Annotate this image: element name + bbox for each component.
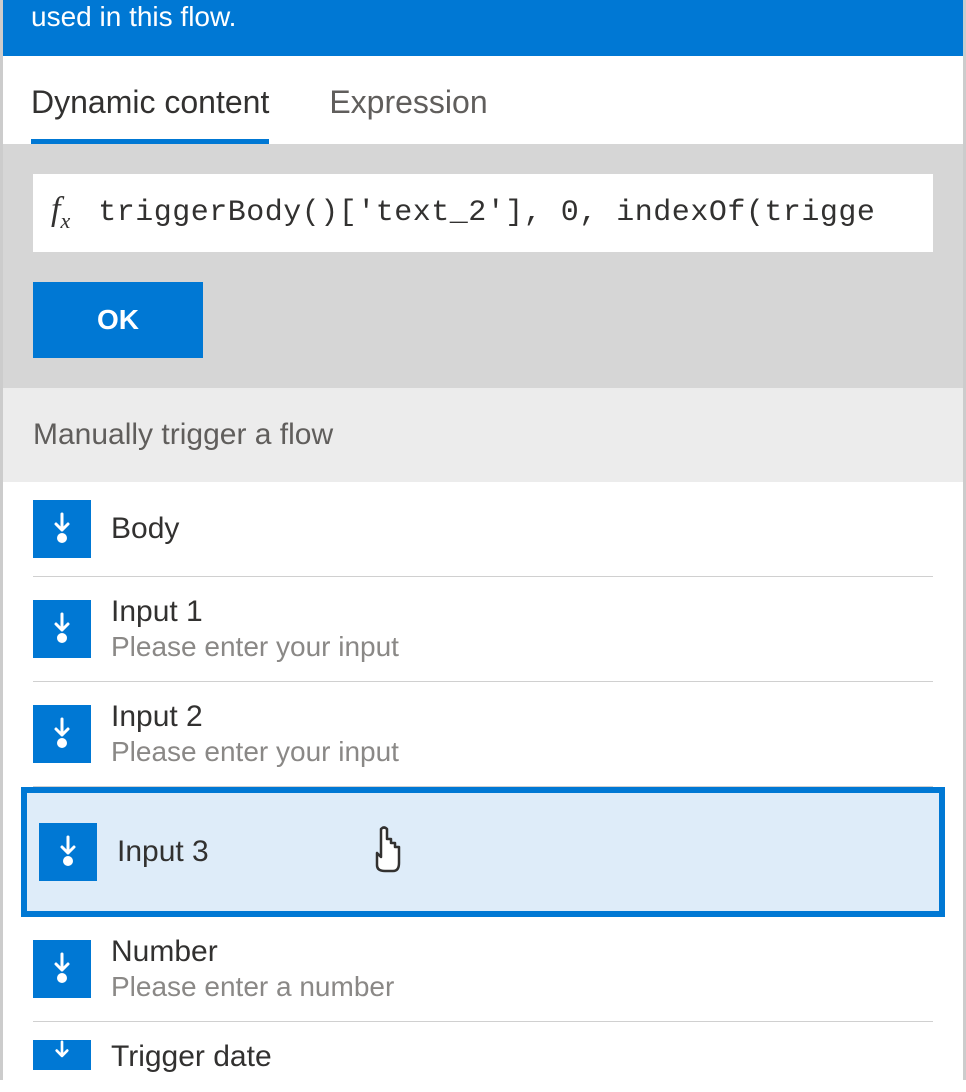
dynamic-content-list: Body Input 1 Please enter your input Inp… (3, 482, 963, 1092)
tab-dynamic-content[interactable]: Dynamic content (31, 84, 269, 144)
tab-expression[interactable]: Expression (329, 84, 487, 144)
fx-icon: fx (51, 191, 70, 234)
info-banner: used in this flow. (3, 0, 963, 56)
trigger-icon (33, 940, 91, 998)
item-title: Number (111, 935, 394, 969)
item-title: Trigger date (111, 1040, 272, 1074)
list-item-trigger-date[interactable]: Trigger date (33, 1022, 933, 1092)
section-header: Manually trigger a flow (3, 388, 963, 482)
item-description: Please enter a number (111, 971, 394, 1003)
expression-input[interactable] (98, 196, 915, 230)
dynamic-content-panel: used in this flow. Dynamic content Expre… (0, 0, 966, 1080)
item-title: Input 2 (111, 700, 399, 734)
list-item-body[interactable]: Body (33, 482, 933, 577)
tab-bar: Dynamic content Expression (3, 56, 963, 144)
item-title: Input 3 (117, 835, 209, 869)
item-description: Please enter your input (111, 736, 399, 768)
item-title: Input 1 (111, 595, 399, 629)
list-item-input-3[interactable]: Input 3 (21, 787, 945, 917)
trigger-icon (39, 823, 97, 881)
expression-input-wrapper: fx (33, 174, 933, 252)
trigger-icon (33, 500, 91, 558)
list-item-number[interactable]: Number Please enter a number (33, 917, 933, 1022)
banner-text: used in this flow. (31, 1, 236, 32)
item-description: Please enter your input (111, 631, 399, 663)
trigger-icon (33, 705, 91, 763)
trigger-icon (33, 600, 91, 658)
trigger-icon (33, 1040, 91, 1070)
ok-button[interactable]: OK (33, 282, 203, 358)
expression-area: fx OK (3, 144, 963, 388)
item-title: Body (111, 512, 179, 546)
list-item-input-1[interactable]: Input 1 Please enter your input (33, 577, 933, 682)
pointer-cursor-icon (367, 823, 409, 880)
list-item-input-2[interactable]: Input 2 Please enter your input (33, 682, 933, 787)
